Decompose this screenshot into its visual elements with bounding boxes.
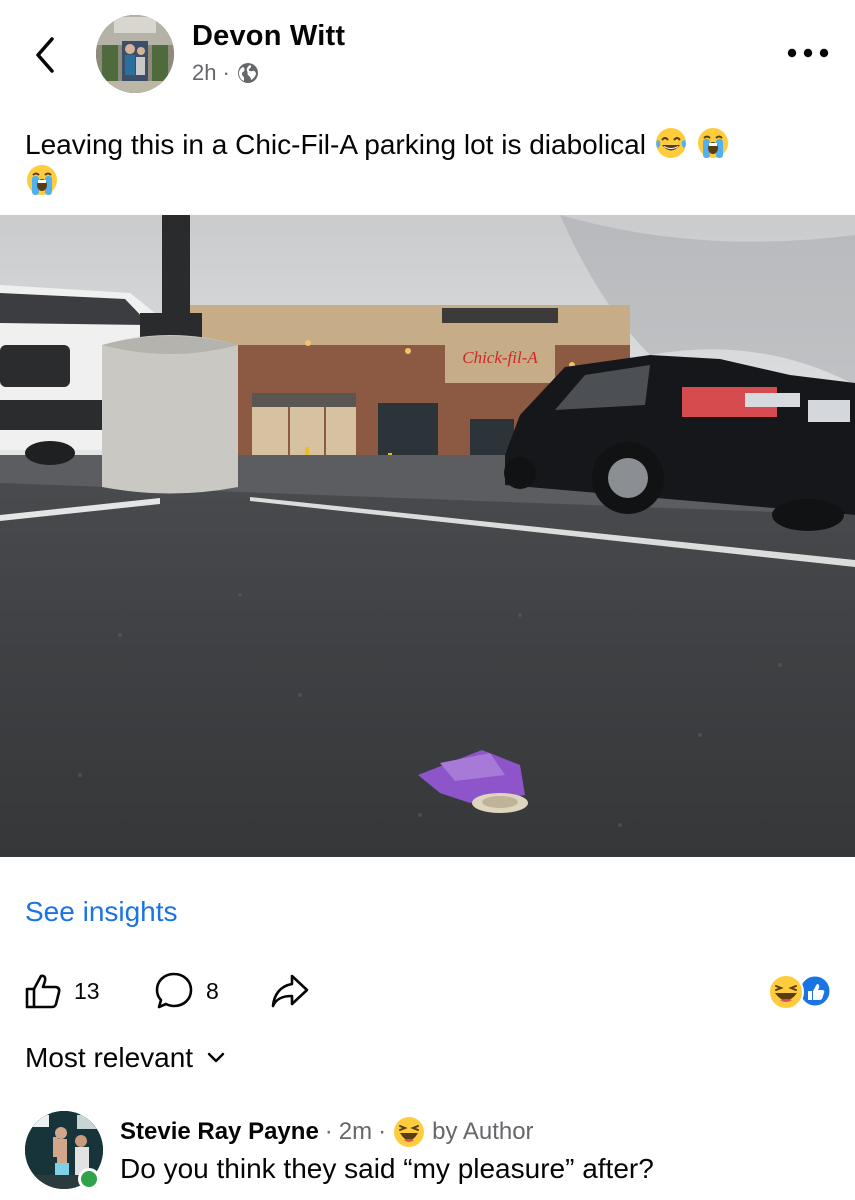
comment-sort-label: Most relevant xyxy=(25,1042,194,1073)
thumbs-up-icon xyxy=(25,974,61,1009)
more-options-button[interactable] xyxy=(786,44,830,62)
haha-reaction-icon xyxy=(768,974,804,1010)
comment-bubble-icon xyxy=(155,972,193,1009)
chevron-left-icon xyxy=(36,37,54,73)
post-time[interactable]: 2h xyxy=(192,60,216,86)
author-avatar[interactable] xyxy=(96,15,174,93)
comment-button[interactable]: 8 xyxy=(154,965,219,1017)
post-actions-bar: 13 8 xyxy=(0,965,855,1019)
like-button[interactable]: 13 xyxy=(24,965,100,1017)
see-insights-link[interactable]: See insights xyxy=(25,896,178,928)
comment-separator: · xyxy=(378,1118,387,1145)
comment-separator: · xyxy=(324,1118,333,1145)
crying-emoji xyxy=(27,165,57,195)
share-button[interactable] xyxy=(270,965,310,1017)
ellipsis-icon xyxy=(787,48,829,58)
crying-emoji xyxy=(697,128,728,158)
comment-time[interactable]: 2m xyxy=(339,1118,372,1146)
post-photo[interactable]: Chick-fil-A xyxy=(0,215,855,857)
post-header: Devon Witt 2h · xyxy=(0,0,855,110)
back-button[interactable] xyxy=(30,34,62,76)
author-reaction-emoji xyxy=(394,1117,425,1147)
comment-text: Do you think they said “my pleasure” aft… xyxy=(120,1153,654,1184)
like-count: 13 xyxy=(74,977,100,1004)
caption-text: Leaving this in a Chic-Fil-A parking lot… xyxy=(25,129,646,160)
post-caption: Leaving this in a Chic-Fil-A parking lot… xyxy=(25,126,830,200)
comment-sort-dropdown[interactable]: Most relevant xyxy=(25,1042,225,1074)
author-name[interactable]: Devon Witt xyxy=(192,20,345,53)
share-arrow-icon xyxy=(271,974,309,1008)
comment-count: 8 xyxy=(206,977,219,1004)
photo-sign-text: Chick-fil-A xyxy=(462,348,538,367)
concrete-bollard xyxy=(102,335,238,494)
meta-separator: · xyxy=(222,60,230,85)
online-status-indicator xyxy=(78,1168,100,1190)
reaction-summary[interactable] xyxy=(766,972,836,1012)
laughing-tears-emoji xyxy=(655,128,686,158)
author-badge: by Author xyxy=(432,1118,534,1145)
post-meta: 2h · xyxy=(192,60,260,86)
chevron-down-icon xyxy=(207,1052,225,1063)
commenter-name[interactable]: Stevie Ray Payne xyxy=(120,1118,319,1146)
globe-icon[interactable] xyxy=(236,61,260,85)
comment-header: Stevie Ray Payne · 2m · by Author xyxy=(120,1115,534,1149)
